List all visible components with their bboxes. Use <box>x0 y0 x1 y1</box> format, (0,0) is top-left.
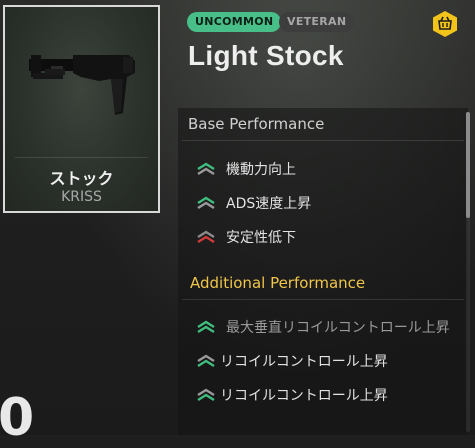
additional-list: 最大垂直リコイルコントロール上昇 リコイルコントロール上昇 リコイルコントロール… <box>178 108 463 435</box>
chevron-up-green-icon <box>197 354 215 368</box>
chevron-up-green-icon <box>197 320 215 334</box>
stat-label: 最大垂直リコイルコントロール上昇 <box>226 320 450 336</box>
basket-icon[interactable] <box>431 10 459 38</box>
stock-image <box>29 55 135 115</box>
stat-label: リコイルコントロール上昇 <box>220 388 388 404</box>
scrollbar[interactable] <box>466 112 470 432</box>
veteran-badge: VETERAN <box>279 12 355 32</box>
item-card[interactable]: ストック KRISS <box>3 5 160 213</box>
rarity-badge: UNCOMMON <box>187 12 282 32</box>
item-name: ストック <box>49 169 114 188</box>
stat-row: リコイルコントロール上昇 <box>196 384 388 406</box>
item-title: Light Stock <box>188 40 344 71</box>
card-divider <box>15 157 148 158</box>
quantity-number: 0 <box>0 388 35 448</box>
stat-label: リコイルコントロール上昇 <box>220 354 388 370</box>
chevron-up-green-icon <box>197 388 215 402</box>
scroll-thumb[interactable] <box>466 112 470 218</box>
stat-row: リコイルコントロール上昇 <box>196 350 388 372</box>
stat-row: 最大垂直リコイルコントロール上昇 <box>196 316 450 338</box>
item-weapon-name: KRISS <box>61 189 102 205</box>
